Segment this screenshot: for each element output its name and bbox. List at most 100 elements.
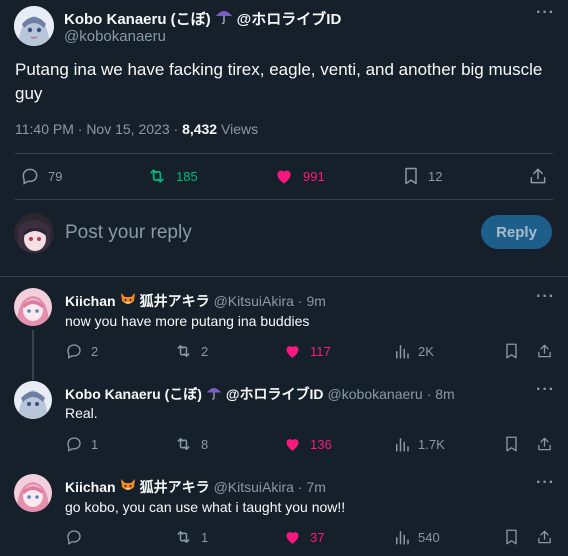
reply-1-views-count: 2K (418, 343, 434, 359)
reply-2-more-icon[interactable]: ··· (536, 381, 555, 399)
heart-icon (286, 532, 299, 544)
reply-3-share-action[interactable] (536, 528, 553, 546)
reply-2-time[interactable]: · 8m (427, 386, 455, 402)
reply-input[interactable]: Post your reply (65, 222, 192, 244)
main-tweet-text: Putang ina we have facking tirex, eagle,… (15, 60, 543, 103)
reply-icon (67, 437, 81, 452)
bookmark-action[interactable]: 12 (402, 166, 442, 186)
reply-3-avatar[interactable] (14, 474, 52, 512)
fox-icon (120, 292, 136, 310)
heart-icon (286, 439, 299, 451)
reply-2-like-action[interactable]: 136 (283, 435, 332, 453)
reply-2-like-count: 136 (310, 436, 332, 452)
more-options-icon[interactable]: ··· (536, 4, 555, 22)
reply-2-handle[interactable]: @kobokanaeru (328, 386, 423, 402)
views-count: 8,432 (182, 121, 218, 137)
bookmark-icon (506, 529, 517, 545)
reply-1-views-action[interactable]: 2K (394, 342, 434, 360)
reply-1-time[interactable]: · 9m (298, 293, 326, 309)
reply-2-text: Real. (65, 405, 98, 421)
reply-button[interactable]: Reply (481, 215, 552, 249)
reply-2-avatar[interactable] (14, 381, 52, 419)
views-chart-icon (396, 531, 409, 545)
reply-1-name-suffix: 狐井アキラ (139, 293, 210, 309)
share-icon (538, 344, 551, 358)
reply-1-share-action[interactable] (536, 342, 553, 360)
bookmark-icon (405, 167, 417, 185)
reply-3-name-suffix: 狐井アキラ (139, 479, 210, 495)
reply-3-more-icon[interactable]: ··· (536, 474, 555, 492)
umbrella-icon (206, 385, 222, 403)
divider-meta (15, 153, 553, 154)
like-action[interactable]: 991 (273, 166, 325, 186)
reply-3-text: go kobo, you can use what i taught you n… (65, 499, 346, 515)
main-handle[interactable]: @kobokanaeru (64, 28, 166, 45)
retweet-action[interactable]: 185 (146, 166, 198, 186)
reply-1-handle[interactable]: @KitsuiAkira (214, 293, 294, 309)
reply-1-reply-action[interactable]: 2 (65, 342, 98, 360)
avatar-kobo[interactable] (14, 6, 54, 46)
reply-2-name-suffix: @ホロライブID (225, 386, 324, 402)
reply-1-header: Kiichan 狐井アキラ @KitsuiAkira · 9m (65, 291, 326, 311)
reply-count: 79 (48, 168, 63, 184)
main-tweet-meta: 11:40 PM · Nov 15, 2023 · 8,432 Views (15, 121, 258, 137)
umbrella-icon (215, 8, 233, 29)
reply-3-reply-action[interactable] (65, 528, 91, 546)
bookmark-icon (506, 436, 517, 452)
reply-3-retweet-action[interactable]: 1 (174, 528, 208, 546)
divider-composer (0, 276, 568, 277)
reply-3-like-count: 37 (310, 529, 325, 545)
retweet-icon (177, 345, 190, 357)
fox-icon (120, 478, 136, 496)
reply-2-reply-action[interactable]: 1 (65, 435, 98, 453)
retweet-icon (177, 438, 190, 450)
main-display-name[interactable]: Kobo Kanaeru (こぼ) (64, 8, 211, 29)
reply-1-retweet-action[interactable]: 2 (174, 342, 208, 360)
reply-3-time[interactable]: · 7m (298, 479, 326, 495)
reply-2-reply-count: 1 (91, 436, 99, 452)
reply-icon (67, 530, 81, 545)
thread-line-1 (32, 330, 34, 380)
reply-icon (67, 344, 81, 359)
reply-3-name[interactable]: Kiichan (65, 479, 116, 495)
reply-1-retweet-count: 2 (201, 343, 209, 359)
reply-3-views-action[interactable]: 540 (394, 528, 440, 546)
reply-3-like-action[interactable]: 37 (283, 528, 324, 546)
divider-actions (15, 199, 553, 200)
reply-1-avatar[interactable] (14, 288, 52, 326)
reply-action[interactable]: 79 (20, 166, 62, 186)
views-chart-icon (396, 345, 409, 359)
views-label: Views (217, 121, 259, 137)
reply-1-text: now you have more putang ina buddies (65, 313, 310, 329)
tweet-timestamp[interactable]: 11:40 PM · Nov 15, 2023 · (15, 121, 182, 137)
reply-1-name[interactable]: Kiichan (65, 293, 116, 309)
reply-1-bookmark-action[interactable] (504, 342, 519, 360)
reply-3-header: Kiichan 狐井アキラ @KitsuiAkira · 7m (65, 477, 326, 497)
composer-avatar[interactable] (14, 213, 54, 253)
main-author: Kobo Kanaeru (こぼ) @ホロライブID (64, 8, 341, 29)
reply-2-bookmark-action[interactable] (504, 435, 519, 453)
reply-1-like-action[interactable]: 117 (283, 342, 331, 360)
share-icon (538, 530, 551, 544)
bookmark-count: 12 (428, 168, 443, 184)
share-icon (538, 437, 551, 451)
reply-3-retweet-count: 1 (201, 529, 209, 545)
reply-2-views-action[interactable]: 1.7K (394, 435, 445, 453)
reply-2-header: Kobo Kanaeru (こぼ) @ホロライブID @kobokanaeru … (65, 384, 455, 404)
reply-3-handle[interactable]: @KitsuiAkira (214, 479, 294, 495)
bookmark-icon (506, 343, 517, 359)
reply-1-more-icon[interactable]: ··· (536, 288, 555, 306)
reply-2-views-count: 1.7K (418, 436, 445, 452)
reply-icon (22, 168, 38, 185)
reply-3-bookmark-action[interactable] (504, 528, 519, 546)
heart-icon (286, 346, 299, 358)
reply-2-retweet-action[interactable]: 8 (174, 435, 208, 453)
reply-2-share-action[interactable] (536, 435, 553, 453)
reply-2-name[interactable]: Kobo Kanaeru (こぼ) (65, 384, 202, 404)
reply-2-retweet-count: 8 (201, 436, 209, 452)
retweet-count: 185 (176, 168, 198, 184)
share-action[interactable] (528, 166, 548, 186)
share-icon (530, 168, 546, 184)
main-name-suffix: @ホロライブID (236, 11, 342, 28)
retweet-icon (177, 531, 190, 543)
